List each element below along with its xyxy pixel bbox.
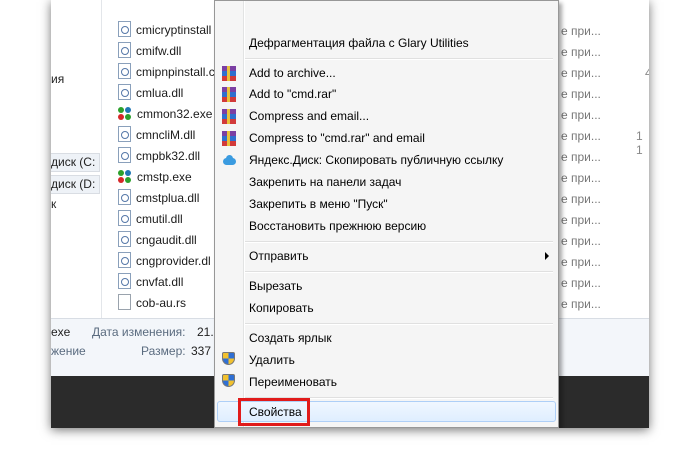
type-cell: е при... (561, 87, 601, 101)
file-row[interactable]: cngprovider.dl (118, 251, 211, 271)
file-name: cngprovider.dl (136, 254, 211, 268)
dll-file-icon (118, 252, 131, 268)
menu-item-send-to[interactable]: Отправить (249, 245, 549, 267)
type-cell: е при... (561, 234, 601, 248)
dll-file-icon (118, 273, 131, 289)
file-name: cmncliM.dll (136, 128, 196, 142)
nav-libraries[interactable]: ия (51, 72, 64, 86)
nav-drive-d[interactable]: диск (D: (51, 175, 100, 194)
menu-gutter (243, 1, 245, 427)
winrar-icon (222, 87, 236, 102)
menu-item-cut[interactable]: Вырезать (249, 275, 302, 297)
type-cell: е при... (561, 66, 601, 80)
file-name: cnvfat.dll (136, 275, 184, 289)
file-name: cob-au.rs (136, 296, 187, 310)
type-cell: е при... (561, 213, 601, 227)
file-row[interactable]: cmmon32.exe (118, 104, 212, 124)
file-row[interactable]: cmlua.dll (118, 83, 183, 103)
file-row[interactable]: cob-au.rs (118, 293, 186, 313)
type-cell: е при... (561, 192, 601, 206)
menu-item-glary-defrag[interactable]: Дефрагментация файла с Glary Utilities (249, 32, 469, 54)
dll-file-icon (118, 147, 131, 163)
file-row[interactable]: cmstp.exe (118, 167, 192, 187)
size-cell: 4 (645, 66, 649, 80)
file-row[interactable]: cmipnpinstall.c (118, 62, 215, 82)
screenshot-frame: ия диск (C: диск (D: к cmicryptinstall cm… (51, 0, 649, 428)
details-size-label: Размер: (141, 344, 186, 358)
nav-drive-c[interactable]: диск (C: (51, 153, 100, 172)
menu-separator (245, 323, 553, 325)
menu-item-add-to-archive[interactable]: Add to archive... (249, 62, 336, 84)
menu-separator (245, 271, 553, 273)
winrar-icon (222, 66, 236, 81)
menu-separator (245, 58, 553, 60)
uac-shield-icon (222, 374, 235, 389)
file-name: cmstp.exe (137, 170, 192, 184)
menu-item-pin-start[interactable]: Закрепить в меню "Пуск" (249, 193, 388, 215)
file-row[interactable]: cngaudit.dll (118, 230, 197, 250)
menu-item-compress-rar-email[interactable]: Compress to "cmd.rar" and email (249, 127, 425, 149)
menu-item-compress-email[interactable]: Compress and email... (249, 105, 369, 127)
menu-item-add-to-rar[interactable]: Add to "cmd.rar" (249, 83, 336, 105)
menu-item-yandex-disk-link[interactable]: Яндекс.Диск: Скопировать публичную ссылк… (249, 149, 503, 171)
type-cell: е при... (561, 297, 601, 311)
details-date-label: Дата изменения: (92, 325, 186, 339)
file-name: cmutil.dll (136, 212, 183, 226)
type-cell: е при... (561, 24, 601, 38)
menu-item-copy[interactable]: Копировать (249, 297, 314, 319)
file-name: cngaudit.dll (136, 233, 197, 247)
file-row[interactable]: cmicryptinstall (118, 20, 211, 40)
dll-file-icon (118, 189, 131, 205)
file-row[interactable]: cmifw.dll (118, 41, 181, 61)
file-name: cmmon32.exe (137, 107, 213, 121)
details-status: жение (51, 344, 86, 358)
context-menu: Дефрагментация файла с Glary Utilities A… (214, 0, 559, 428)
size-cell: 1 1 (636, 129, 643, 157)
file-icon (118, 294, 131, 310)
file-row[interactable]: cmutil.dll (118, 209, 183, 229)
yandex-disk-icon (221, 155, 237, 165)
menu-item-delete[interactable]: Удалить (249, 349, 295, 371)
type-cell: е при... (561, 276, 601, 290)
dll-file-icon (118, 63, 131, 79)
submenu-arrow-icon (545, 252, 549, 260)
file-name: cmlua.dll (136, 86, 184, 100)
winrar-icon (222, 131, 236, 146)
menu-item-restore-version[interactable]: Восстановить прежнюю версию (249, 215, 426, 237)
type-cell: е при... (561, 45, 601, 59)
type-cell: е при... (561, 129, 601, 143)
details-file-type: exe (51, 325, 71, 339)
dll-file-icon (118, 210, 131, 226)
type-cell: е при... (561, 255, 601, 269)
type-cell: е при... (561, 108, 601, 122)
winrar-icon (222, 109, 236, 124)
file-name: cmifw.dll (136, 44, 182, 58)
dll-file-icon (118, 126, 131, 142)
nav-network[interactable]: к (51, 197, 56, 211)
exe-file-icon (118, 170, 132, 184)
file-name: cmipnpinstall.c (136, 65, 215, 79)
menu-item-rename[interactable]: Переименовать (249, 371, 337, 393)
file-name: cmicryptinstall (136, 23, 212, 37)
uac-shield-icon (222, 352, 235, 367)
dll-file-icon (118, 231, 131, 247)
file-name: cmstplua.dll (136, 191, 200, 205)
dll-file-icon (118, 42, 131, 58)
menu-separator (245, 241, 553, 243)
exe-file-icon (118, 107, 132, 121)
menu-item-pin-taskbar[interactable]: Закрепить на панели задач (249, 171, 401, 193)
dll-file-icon (118, 21, 131, 37)
navigation-pane: ия диск (C: диск (D: к (51, 0, 102, 318)
file-row[interactable]: cmpbk32.dll (118, 146, 200, 166)
file-name: cmpbk32.dll (136, 149, 201, 163)
type-cell: е при... (561, 150, 601, 164)
menu-item-create-shortcut[interactable]: Создать ярлык (249, 327, 332, 349)
red-highlight-annotation (238, 398, 310, 426)
file-row[interactable]: cmncliM.dll (118, 125, 195, 145)
file-row[interactable]: cmstplua.dll (118, 188, 199, 208)
type-cell: е при... (561, 171, 601, 185)
dll-file-icon (118, 84, 131, 100)
file-row[interactable]: cnvfat.dll (118, 272, 183, 292)
